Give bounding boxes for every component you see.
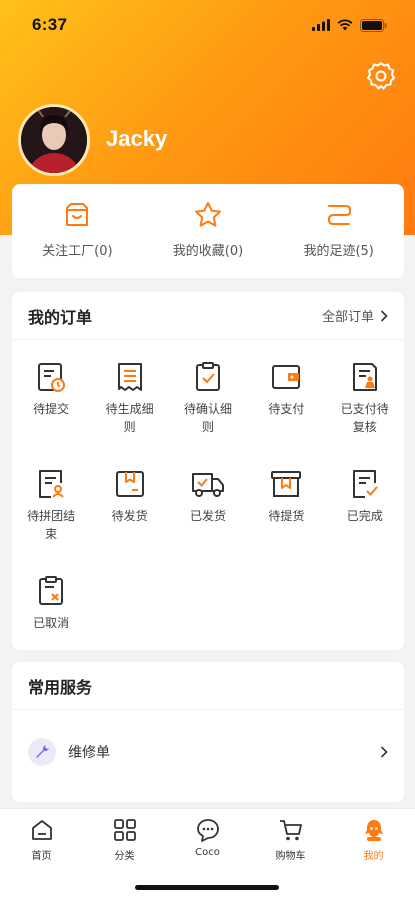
- tab-label: Coco: [195, 847, 220, 858]
- pending-generate-icon: [117, 363, 142, 391]
- order-status-pending-pickup[interactable]: 待提货: [247, 467, 325, 560]
- avatar[interactable]: [18, 104, 90, 176]
- chevron-right-icon: [380, 746, 388, 758]
- tab-label: 分类: [114, 851, 135, 862]
- tab-profile[interactable]: 我的: [332, 809, 415, 900]
- order-status-label: 待发货: [111, 509, 148, 523]
- grid-icon: [113, 819, 136, 841]
- home-indicator: [135, 885, 279, 890]
- order-status-pending-submit[interactable]: 待提交: [12, 360, 90, 453]
- order-status-completed[interactable]: 已完成: [326, 467, 404, 560]
- home-icon: [31, 820, 52, 840]
- group-buy-icon: [39, 470, 64, 498]
- order-status-label: 待确认细则: [183, 402, 232, 434]
- settings-button[interactable]: [365, 60, 397, 92]
- tab-label: 首页: [31, 851, 52, 862]
- completed-icon: [352, 470, 378, 498]
- chat-icon: [196, 819, 219, 842]
- wrench-icon: [28, 738, 56, 766]
- order-status-pending-confirm[interactable]: 待确认细则: [169, 360, 247, 453]
- truck-icon: [191, 473, 224, 497]
- gear-icon: [367, 62, 395, 90]
- quick-links-card: 关注工厂(0) 我的收藏(0) 我的足迹(5): [12, 184, 404, 278]
- orders-card: 我的订单 全部订单 待提交 待生成细则 待确认细则 待支付 已支付待复核 待拼团…: [12, 292, 404, 650]
- order-status-label: 已支付待复核: [340, 402, 389, 434]
- signal-icon: [312, 19, 330, 31]
- services-header: 常用服务: [12, 662, 404, 710]
- order-status-label: 已发货: [189, 509, 226, 523]
- status-icons: [312, 18, 387, 32]
- service-item-repair-order[interactable]: 维修单: [12, 710, 404, 794]
- order-status-pending-generate[interactable]: 待生成细则: [90, 360, 168, 453]
- order-status-pending-payment[interactable]: 待支付: [247, 360, 325, 453]
- avatar-image: [21, 107, 87, 173]
- order-status-cancelled[interactable]: 已取消: [12, 574, 90, 667]
- all-orders-label: 全部订单: [321, 310, 374, 325]
- service-item-label: 维修单: [68, 745, 110, 761]
- battery-icon: [360, 18, 387, 32]
- quick-link-footprints[interactable]: 我的足迹(5): [273, 184, 404, 278]
- status-bar: 6:37: [0, 0, 415, 50]
- cart-icon: [279, 820, 302, 841]
- pending-submit-icon: [38, 363, 66, 392]
- quick-link-label: 我的收藏(0): [172, 244, 244, 259]
- username: Jacky: [106, 126, 168, 151]
- factory-icon: [66, 203, 89, 226]
- star-icon: [195, 202, 221, 227]
- wallet-icon: [272, 365, 301, 389]
- status-time: 6:37: [32, 15, 68, 34]
- order-status-label: 待提交: [33, 402, 70, 416]
- order-status-label: 待拼团结束: [27, 509, 76, 541]
- pickup-icon: [271, 471, 302, 497]
- order-status-shipped[interactable]: 已发货: [169, 467, 247, 560]
- order-status-pending-shipment[interactable]: 待发货: [90, 467, 168, 560]
- tab-home[interactable]: 首页: [0, 809, 83, 900]
- order-status-label: 待支付: [268, 402, 305, 416]
- quick-link-label: 我的足迹(5): [303, 244, 374, 259]
- order-status-label: 待提货: [268, 509, 305, 523]
- services-title: 常用服务: [28, 677, 93, 697]
- order-status-group-buy[interactable]: 待拼团结束: [12, 467, 90, 560]
- order-status-paid-review[interactable]: 已支付待复核: [326, 360, 404, 453]
- service-item-left: 维修单: [28, 738, 110, 766]
- order-status-label: 已完成: [346, 509, 383, 523]
- footprint-icon: [327, 205, 351, 225]
- chevron-right-icon: [380, 309, 388, 322]
- quick-link-favorites[interactable]: 我的收藏(0): [143, 184, 274, 278]
- paid-review-icon: [352, 363, 377, 391]
- all-orders-link[interactable]: 全部订单: [322, 306, 388, 325]
- quick-link-followed-factories[interactable]: 关注工厂(0): [12, 184, 143, 278]
- wifi-icon: [337, 19, 353, 31]
- orders-title: 我的订单: [28, 307, 93, 327]
- pending-confirm-icon: [195, 362, 220, 391]
- profile-icon: [364, 820, 383, 841]
- quick-link-label: 关注工厂(0): [42, 244, 113, 259]
- order-status-label: 待生成细则: [105, 402, 154, 434]
- tab-label: 我的: [363, 851, 384, 862]
- tab-label: 购物车: [275, 851, 306, 862]
- order-status-label: 已取消: [33, 616, 70, 630]
- services-card: 常用服务 维修单: [12, 662, 404, 802]
- orders-grid: 待提交 待生成细则 待确认细则 待支付 已支付待复核 待拼团结束 待发货 已发货…: [12, 340, 404, 667]
- box-icon: [115, 471, 144, 497]
- orders-header: 我的订单 全部订单: [12, 292, 404, 340]
- cancelled-icon: [39, 576, 64, 605]
